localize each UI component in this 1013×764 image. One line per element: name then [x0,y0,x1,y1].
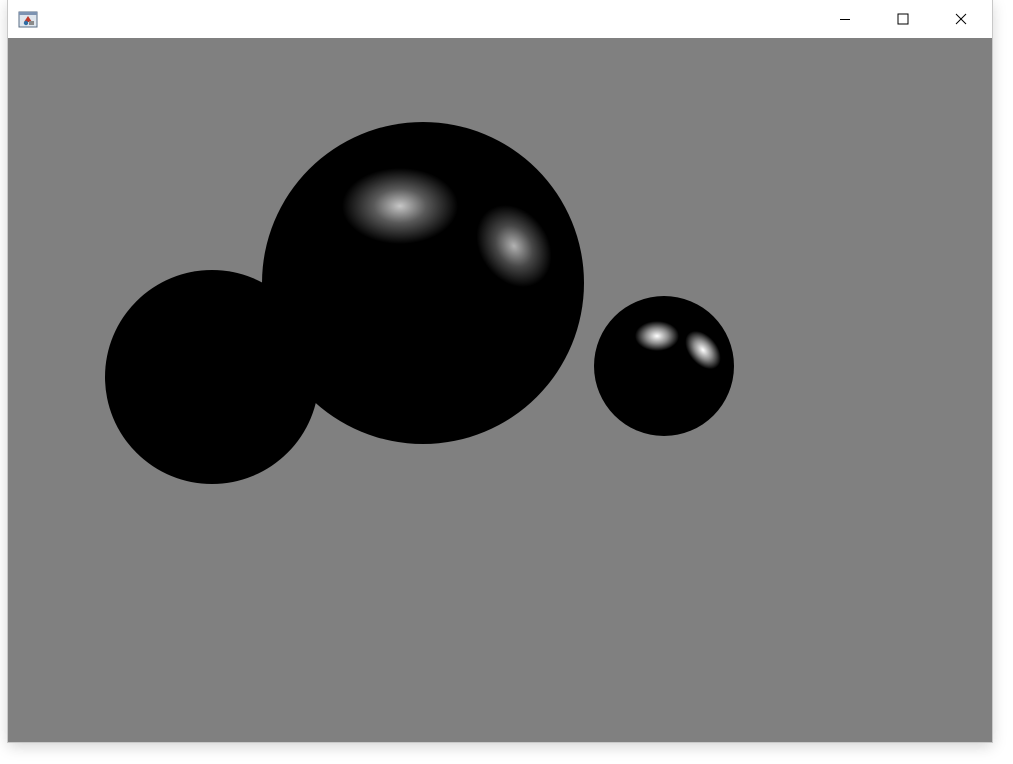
large-center-sphere [262,122,584,444]
small-right-sphere [594,296,734,436]
maximize-button[interactable] [874,0,932,38]
minimize-icon [840,19,850,20]
minimize-button[interactable] [816,0,874,38]
java-app-icon[interactable] [18,9,38,29]
scene-svg [105,122,734,484]
maximize-icon [897,13,909,25]
app-window [8,0,992,742]
close-icon [955,13,967,25]
render-canvas[interactable] [8,38,992,742]
title-bar[interactable] [8,0,992,38]
close-button[interactable] [932,0,990,38]
